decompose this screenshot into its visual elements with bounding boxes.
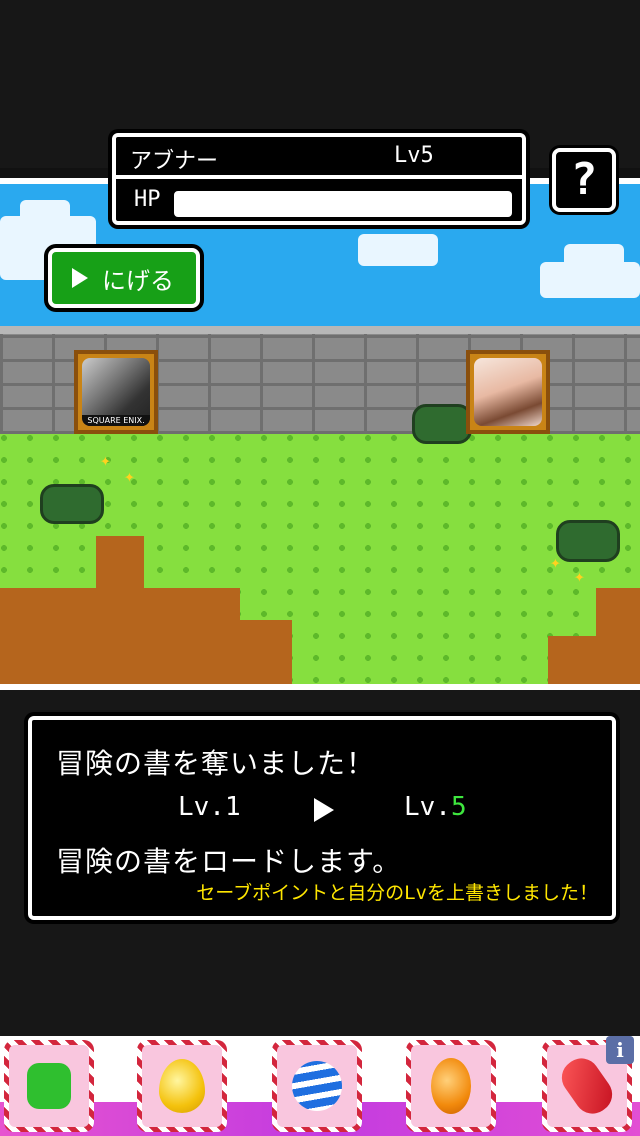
stone-wall-top [0, 326, 640, 334]
enemy-badge: SQUARE ENIX. [82, 415, 150, 426]
cloud [564, 244, 624, 268]
level-change-row: Lv.1 Lv.5 [32, 792, 612, 828]
arrow-right-icon [314, 798, 334, 822]
dirt-patch [96, 536, 144, 596]
orange-candy-icon [431, 1058, 471, 1114]
escape-button-label: にげる [102, 266, 174, 295]
message-line-3: 冒険の書をロードします。 [56, 845, 402, 878]
cloud [358, 234, 438, 266]
sparkle-icon: ✦ [550, 552, 561, 573]
hp-bar [174, 191, 512, 217]
status-divider [116, 175, 522, 179]
level-to-prefix: Lv. [404, 792, 451, 822]
blue-striped-candy-icon [292, 1061, 342, 1111]
enemy-level: Lv5 [394, 143, 434, 168]
player-portrait [474, 358, 542, 426]
level-to-value: 5 [450, 792, 467, 822]
cloud [20, 200, 70, 224]
message-note: セーブポイントと自分のLvを上書きしました！ [196, 882, 598, 904]
ad-info-button[interactable]: i [606, 1036, 634, 1064]
enemy-status-panel: アブナー Lv5 HP [112, 133, 526, 225]
field-bottom-stripe [0, 684, 640, 690]
player-character [466, 350, 550, 434]
ad-tile-1[interactable] [4, 1040, 94, 1132]
message-line-1: 冒険の書を奪いました！ [56, 747, 376, 780]
message-box: 冒険の書を奪いました！ Lv.1 Lv.5 冒険の書をロードします。 セーブポイ… [28, 716, 616, 920]
escape-button[interactable]: にげる [48, 248, 200, 308]
bush [556, 520, 620, 562]
play-triangle-icon [72, 268, 88, 288]
hp-label: HP [134, 187, 161, 212]
ad-banner[interactable] [0, 1036, 640, 1136]
dirt-patch [596, 588, 640, 640]
help-button[interactable]: ? [552, 148, 616, 212]
bush [40, 484, 104, 524]
level-to: Lv.5 [404, 792, 467, 822]
sparkle-icon: ✦ [574, 566, 585, 587]
enemy-portrait: SQUARE ENIX. [82, 358, 150, 426]
sparkle-icon: ✦ [100, 450, 111, 471]
sparkle-icon: ✦ [124, 466, 135, 487]
ad-tile-3[interactable] [272, 1040, 362, 1132]
ad-tile-4[interactable] [406, 1040, 496, 1132]
green-candy-icon [27, 1063, 71, 1109]
bush [412, 404, 472, 444]
enemy-character: SQUARE ENIX. [74, 350, 158, 434]
enemy-name: アブナー [130, 149, 219, 174]
level-from: Lv.1 [178, 792, 241, 822]
dirt-patch [548, 636, 640, 684]
dirt-patch [180, 620, 292, 684]
yellow-drop-candy-icon [159, 1059, 205, 1113]
hp-bar-fill [178, 195, 508, 213]
ad-tile-2[interactable] [137, 1040, 227, 1132]
